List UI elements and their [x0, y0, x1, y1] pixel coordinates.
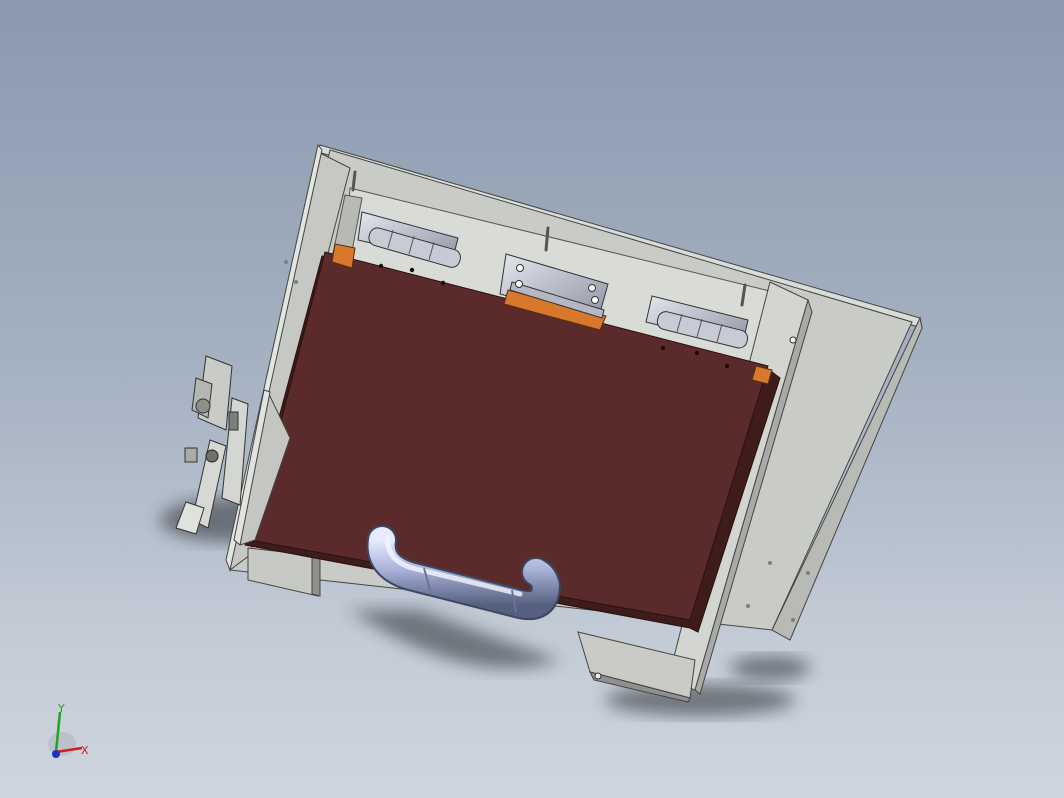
- triad-z-axis: [52, 750, 60, 758]
- reference-triad: Y X: [48, 702, 89, 758]
- graphics-viewport[interactable]: Y X: [0, 0, 1064, 798]
- cad-model-view[interactable]: [0, 0, 1064, 798]
- triad-y-label: Y: [57, 702, 65, 715]
- triad-x-label: X: [81, 744, 89, 757]
